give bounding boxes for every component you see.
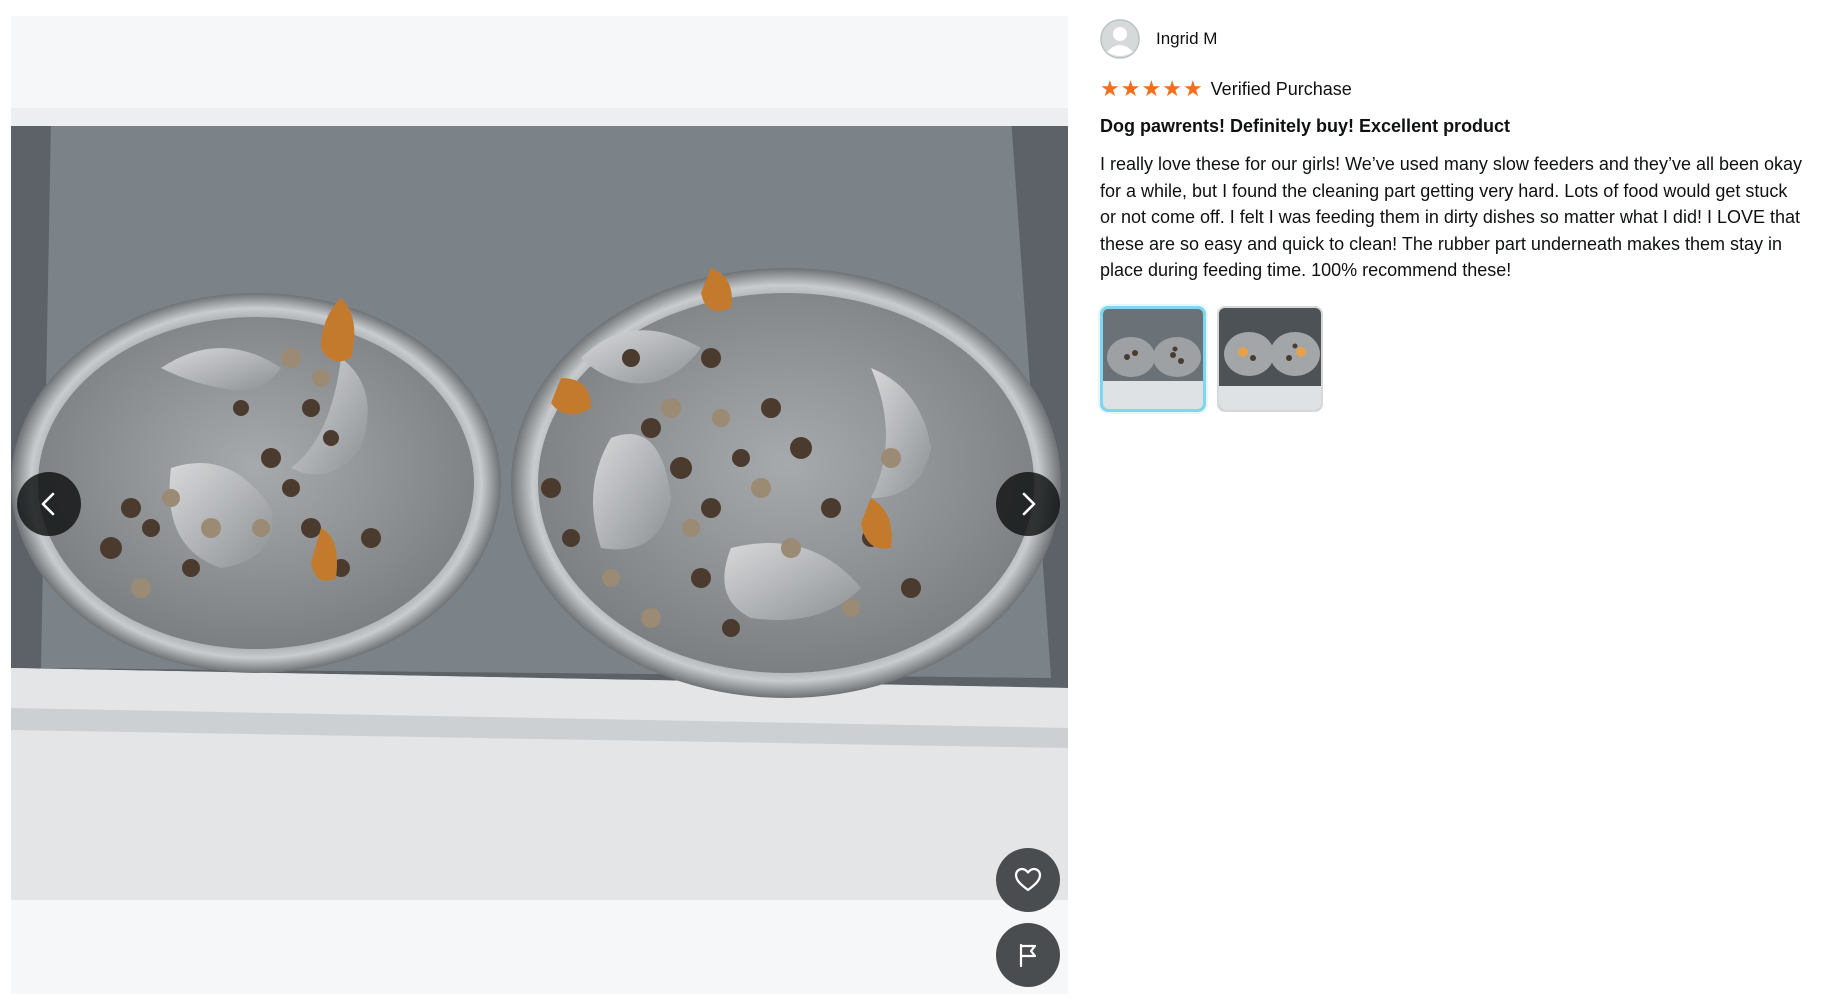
chevron-left-icon <box>41 492 55 516</box>
verified-purchase-badge: Verified Purchase <box>1210 78 1352 99</box>
thumbnail-image <box>1103 308 1203 409</box>
star-icon: ★ <box>1141 76 1162 101</box>
avatar <box>1100 19 1140 59</box>
review-body: I really love these for our girls! We’ve… <box>1100 154 1803 280</box>
next-image-button[interactable] <box>996 472 1060 536</box>
thumbnail-image <box>1219 307 1321 410</box>
flag-icon <box>1019 943 1037 968</box>
user-icon <box>1100 19 1140 59</box>
thumbnail-1[interactable] <box>1100 305 1206 412</box>
star-icon: ★ <box>1100 76 1120 101</box>
previous-image-button[interactable] <box>17 472 81 536</box>
reviewer-name[interactable]: Ingrid M <box>1156 29 1217 49</box>
image-thumbnails <box>1100 305 1805 412</box>
rating-row: ★ ★ ★ ★ ★ Verified Purchase <box>1100 78 1805 100</box>
star-icon: ★ <box>1162 76 1182 101</box>
chevron-right-icon <box>1022 492 1036 516</box>
review-photo <box>11 108 1068 900</box>
thumbnail-2[interactable] <box>1217 305 1323 412</box>
review-panel: Ingrid M ★ ★ ★ ★ ★ Verified Purchase Dog… <box>1100 18 1805 412</box>
star-icon: ★ <box>1120 76 1141 101</box>
review-title: Dog pawrents! Definitely buy! Excellent … <box>1100 116 1511 136</box>
report-button[interactable] <box>996 923 1060 987</box>
heart-icon <box>1014 867 1042 892</box>
helpful-heart-button[interactable] <box>996 848 1060 912</box>
star-icon: ★ <box>1182 76 1203 101</box>
image-viewer <box>11 16 1068 994</box>
reviewer-info: Ingrid M <box>1100 18 1805 60</box>
star-rating: ★ ★ ★ ★ ★ <box>1100 78 1204 100</box>
